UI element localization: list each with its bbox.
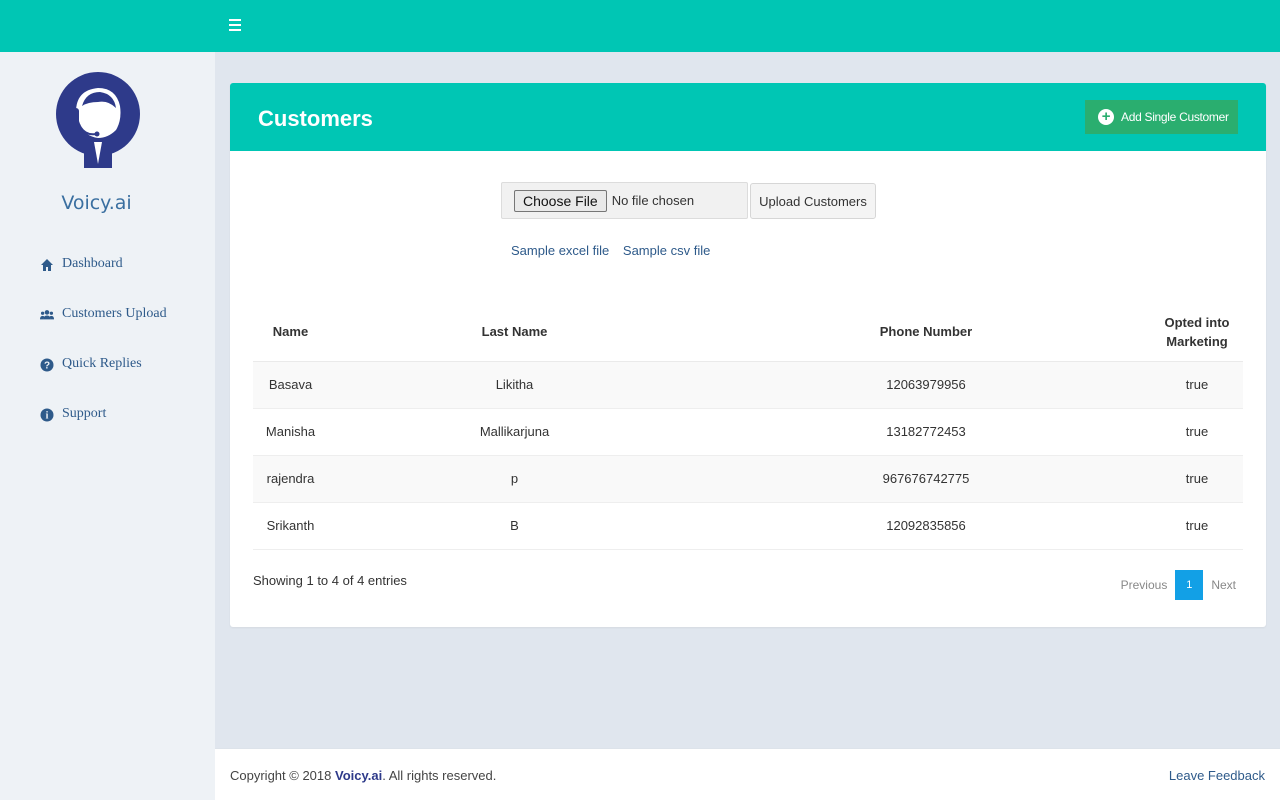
cell-last-name: Mallikarjuna xyxy=(328,408,701,456)
svg-text:i: i xyxy=(46,411,49,422)
cell-opted-into-marketing: true xyxy=(1151,361,1243,409)
customers-table: Name Last Name Phone Number Opted into M… xyxy=(253,303,1243,550)
sidebar-nav: Dashboard Customers Upload ? Quick Repli… xyxy=(40,256,167,456)
cell-last-name: Likitha xyxy=(328,361,701,409)
customers-card: Customers + Add Single Customer Choose F… xyxy=(230,83,1266,627)
cell-phone-number: 12092835856 xyxy=(701,502,1151,550)
column-header-phone-number[interactable]: Phone Number xyxy=(701,303,1151,362)
brand-name: Voicy.ai xyxy=(61,192,132,214)
cell-name: Srikanth xyxy=(253,502,328,550)
support-agent-logo-icon xyxy=(56,72,140,168)
sidebar-item-quick-replies[interactable]: ? Quick Replies xyxy=(40,356,167,406)
pagination: Previous 1 Next xyxy=(1113,570,1244,600)
cell-opted-into-marketing: true xyxy=(1151,455,1243,503)
page-1-button[interactable]: 1 xyxy=(1175,570,1204,600)
copyright-prefix: Copyright © 2018 xyxy=(230,768,335,783)
table-info: Showing 1 to 4 of 4 entries xyxy=(253,573,407,588)
cell-name: rajendra xyxy=(253,455,328,503)
column-header-opted-into-marketing[interactable]: Opted into Marketing xyxy=(1151,303,1243,362)
sample-excel-link[interactable]: Sample excel file xyxy=(511,243,609,258)
sidebar-item-support[interactable]: i Support xyxy=(40,406,167,456)
upload-customers-button[interactable]: Upload Customers xyxy=(750,183,876,219)
next-page-button[interactable]: Next xyxy=(1203,578,1244,592)
card-header: Customers + Add Single Customer xyxy=(230,83,1266,151)
hamburger-menu-icon[interactable] xyxy=(229,19,241,31)
table-row: Basava Likitha 12063979956 true xyxy=(253,361,1243,409)
sidebar: Voicy.ai Dashboard Customers Upload ? Qu… xyxy=(0,52,215,800)
column-header-last-name[interactable]: Last Name xyxy=(328,303,701,362)
cell-phone-number: 12063979956 xyxy=(701,361,1151,409)
sample-links: Sample excel file Sample csv file xyxy=(511,243,720,258)
add-single-customer-button[interactable]: + Add Single Customer xyxy=(1085,100,1238,134)
cell-last-name: p xyxy=(328,455,701,503)
table-header-row: Name Last Name Phone Number Opted into M… xyxy=(253,303,1243,362)
question-icon: ? xyxy=(40,358,54,372)
sidebar-item-label: Support xyxy=(62,406,107,421)
sample-csv-link[interactable]: Sample csv file xyxy=(623,243,710,258)
sidebar-item-customers-upload[interactable]: Customers Upload xyxy=(40,306,167,356)
copyright-suffix: . All rights reserved. xyxy=(382,768,497,783)
cell-name: Basava xyxy=(253,361,328,409)
choose-file-button[interactable]: Choose File xyxy=(514,189,607,212)
cell-name: Manisha xyxy=(253,408,328,456)
table-row: rajendra p 967676742775 true xyxy=(253,455,1243,503)
svg-text:?: ? xyxy=(44,361,50,372)
cell-phone-number: 967676742775 xyxy=(701,455,1151,503)
sidebar-item-dashboard[interactable]: Dashboard xyxy=(40,256,167,306)
cell-last-name: B xyxy=(328,502,701,550)
table-row: Srikanth B 12092835856 true xyxy=(253,502,1243,550)
previous-page-button[interactable]: Previous xyxy=(1113,578,1176,592)
sidebar-item-label: Customers Upload xyxy=(62,306,167,321)
file-status-text: No file chosen xyxy=(611,193,695,208)
column-header-name[interactable]: Name xyxy=(253,303,328,362)
users-icon xyxy=(40,308,54,322)
plus-circle-icon: + xyxy=(1098,109,1114,125)
add-single-customer-label: Add Single Customer xyxy=(1121,110,1229,124)
copyright-text: Copyright © 2018 Voicy.ai. All rights re… xyxy=(230,768,496,783)
file-input[interactable]: Choose File No file chosen xyxy=(501,182,748,219)
top-navbar xyxy=(0,0,1280,52)
footer: Copyright © 2018 Voicy.ai. All rights re… xyxy=(215,748,1280,800)
cell-opted-into-marketing: true xyxy=(1151,502,1243,550)
home-icon xyxy=(40,258,54,272)
info-icon: i xyxy=(40,408,54,422)
page-title: Customers xyxy=(258,106,373,131)
cell-opted-into-marketing: true xyxy=(1151,408,1243,456)
leave-feedback-link[interactable]: Leave Feedback xyxy=(1169,768,1265,783)
sidebar-item-label: Quick Replies xyxy=(62,356,142,371)
sidebar-item-label: Dashboard xyxy=(62,256,123,271)
table-row: Manisha Mallikarjuna 13182772453 true xyxy=(253,408,1243,456)
cell-phone-number: 13182772453 xyxy=(701,408,1151,456)
footer-brand-link[interactable]: Voicy.ai xyxy=(335,768,382,783)
